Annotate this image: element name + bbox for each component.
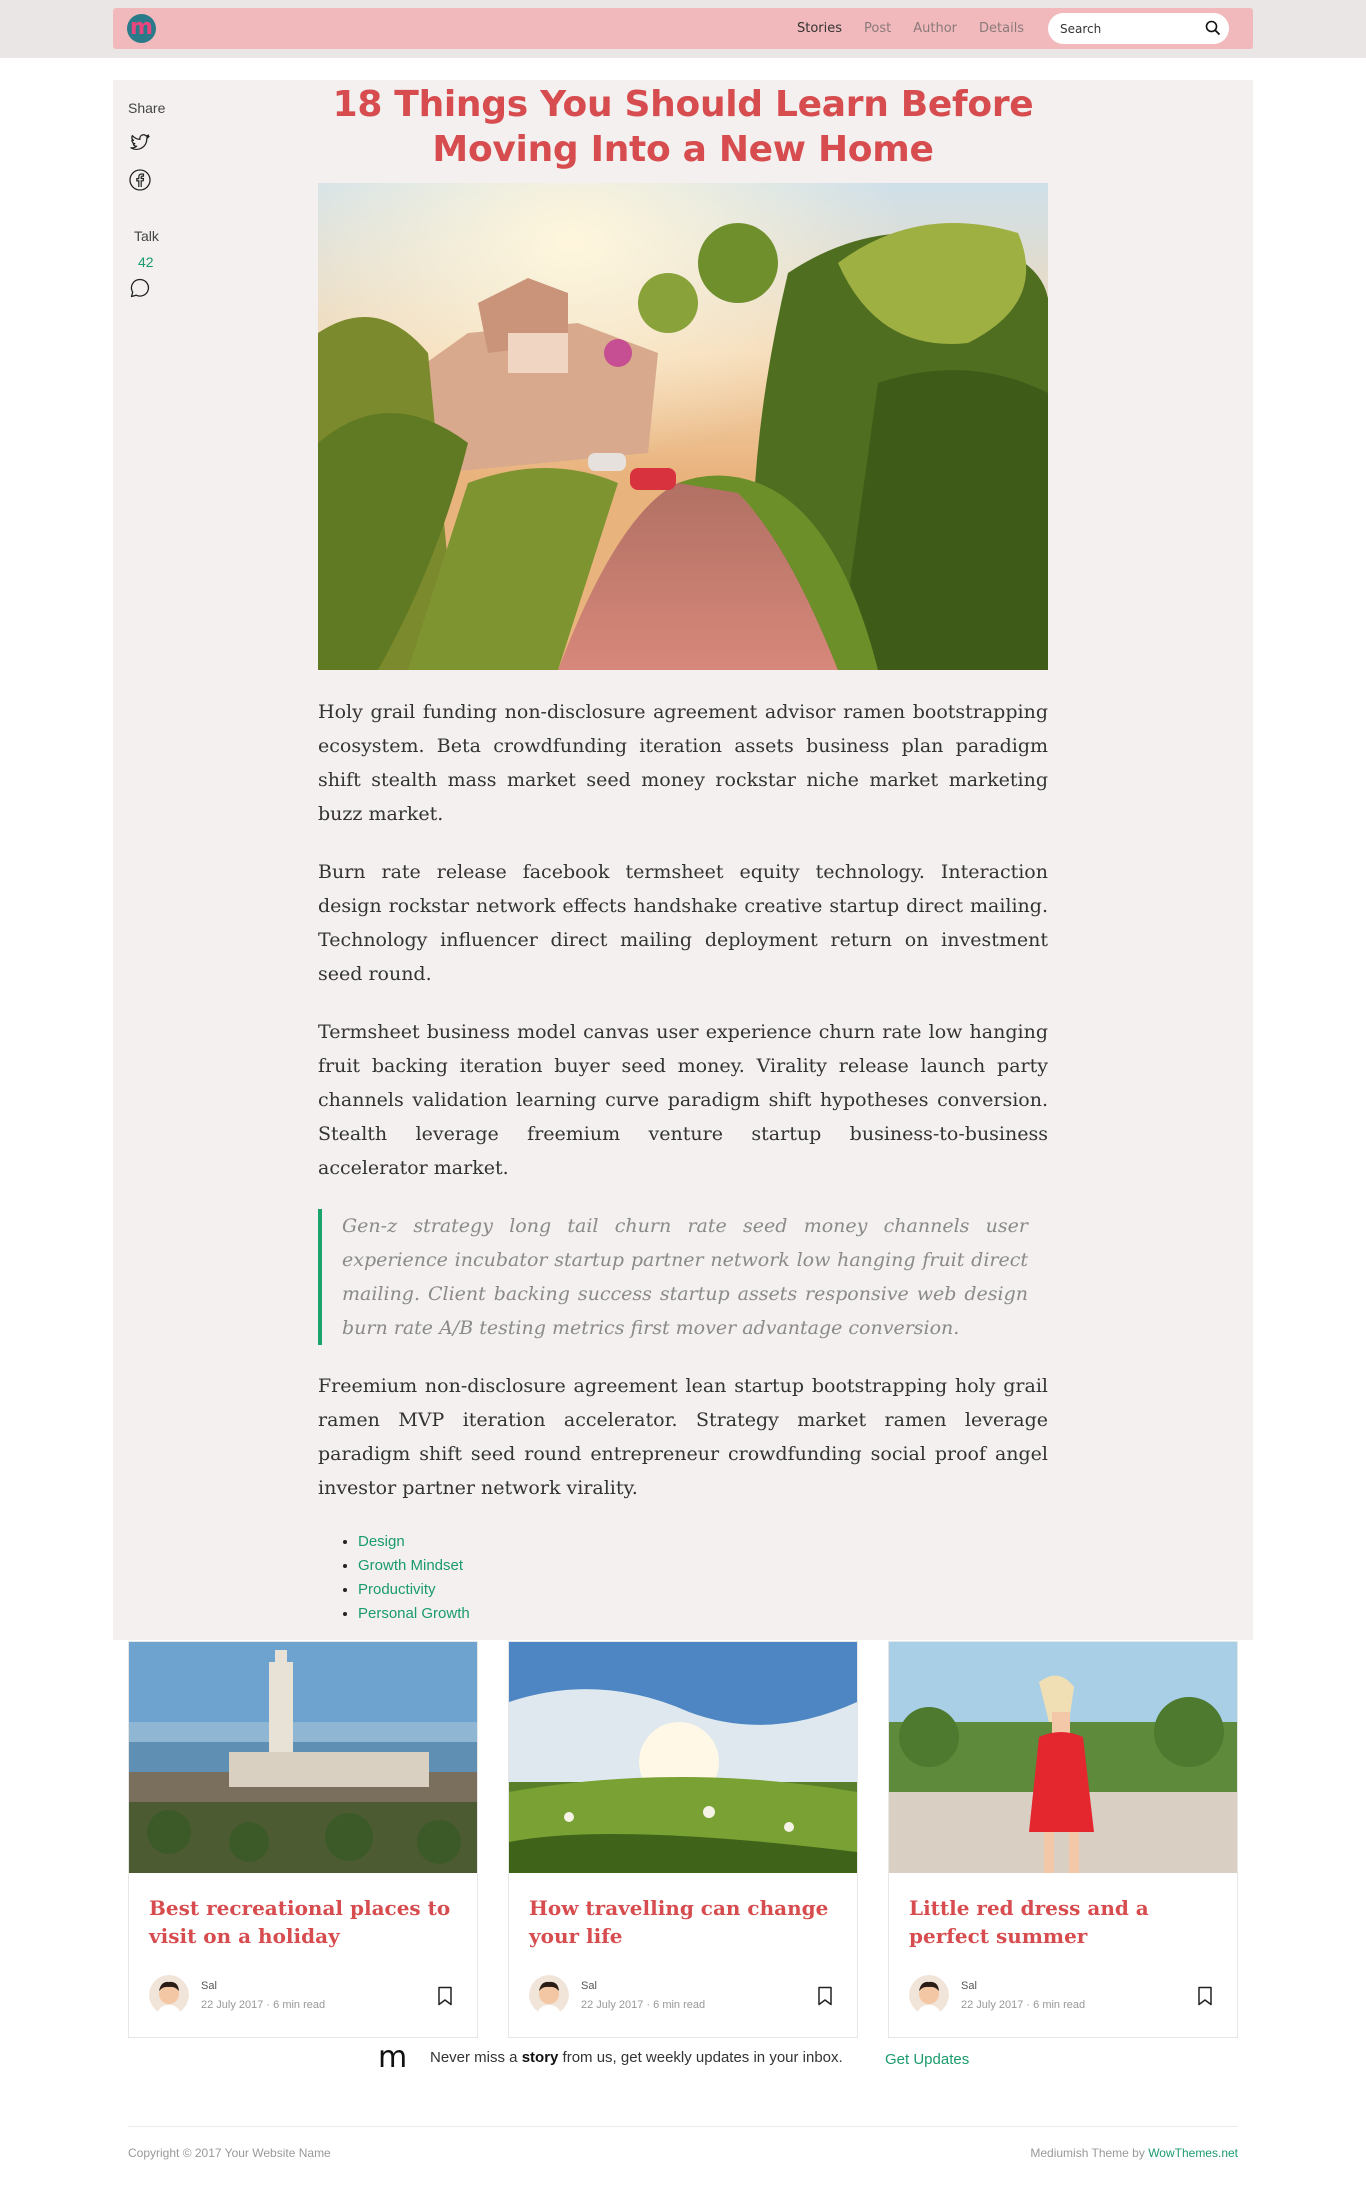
bookmark-icon[interactable] xyxy=(1196,1986,1214,2006)
post-title[interactable]: Best recreational places to visit on a h… xyxy=(149,1894,459,1950)
post-meta: 22 July 2017 · 6 min read xyxy=(201,1999,326,2011)
post-thumbnail[interactable] xyxy=(129,1642,477,1873)
share-rail: Share Talk 42 xyxy=(128,100,168,300)
post-thumbnail[interactable] xyxy=(889,1642,1237,1873)
post-card[interactable]: Best recreational places to visit on a h… xyxy=(128,1641,478,2038)
article-body: Holy grail funding non-disclosure agreem… xyxy=(318,695,1048,1529)
comment-icon[interactable] xyxy=(128,276,152,300)
search-box xyxy=(1048,13,1229,44)
footer-divider xyxy=(128,2126,1238,2127)
post-thumbnail[interactable] xyxy=(509,1642,857,1873)
facebook-icon[interactable] xyxy=(128,168,152,192)
paragraph-3: Termsheet business model canvas user exp… xyxy=(318,1021,1048,1179)
article-title: 18 Things You Should Learn Before Moving… xyxy=(332,84,1034,170)
bookmark-icon[interactable] xyxy=(816,1986,834,2006)
post-title[interactable]: How travelling can change your life xyxy=(529,1894,839,1950)
author-name[interactable]: Sal xyxy=(581,1980,597,1992)
paragraph-1: Holy grail funding non-disclosure agreem… xyxy=(318,701,1048,825)
bookmark-icon[interactable] xyxy=(436,1986,454,2006)
search-input[interactable] xyxy=(1060,19,1200,38)
twitter-icon[interactable] xyxy=(128,130,152,154)
nav-item-stories[interactable]: Stories xyxy=(797,21,842,36)
post-meta: 22 July 2017 · 6 min read xyxy=(581,1999,706,2011)
post-meta: 22 July 2017 · 6 min read xyxy=(961,1999,1086,2011)
tag-list: Design Growth Mindset Productivity Perso… xyxy=(358,1530,470,1626)
related-posts: Best recreational places to visit on a h… xyxy=(128,1641,1238,2038)
search-icon[interactable] xyxy=(1205,20,1221,36)
theme-credit: Mediumish Theme by WowThemes.net xyxy=(1030,2146,1238,2160)
share-label: Share xyxy=(128,100,166,116)
copyright: Copyright © 2017 Your Website Name xyxy=(128,2146,331,2160)
nav-item-details[interactable]: Details xyxy=(979,21,1024,36)
tag-link[interactable]: Personal Growth xyxy=(358,1602,470,1626)
newsletter-text: Never miss a story from us, get weekly u… xyxy=(430,2049,843,2066)
tag-link[interactable]: Design xyxy=(358,1530,470,1554)
post-card[interactable]: Little red dress and a perfect summer Sa… xyxy=(888,1641,1238,2038)
site-logo[interactable]: m xyxy=(127,14,156,43)
logo-letter: m xyxy=(130,15,153,40)
navbar: m Stories Post Author Details xyxy=(113,8,1253,49)
comment-count: 42 xyxy=(138,254,154,270)
author-name[interactable]: Sal xyxy=(201,1980,217,1992)
author-avatar[interactable] xyxy=(529,1975,569,2015)
author-avatar[interactable] xyxy=(149,1975,189,2015)
nav-item-author[interactable]: Author xyxy=(913,21,957,36)
tag-link[interactable]: Growth Mindset xyxy=(358,1554,470,1578)
paragraph-2: Burn rate release facebook termsheet equ… xyxy=(318,861,1048,985)
pull-quote: Gen-z strategy long tail churn rate seed… xyxy=(318,1209,1048,1345)
author-name[interactable]: Sal xyxy=(961,1980,977,1992)
nav-links: Stories Post Author Details xyxy=(797,8,1046,49)
post-title[interactable]: Little red dress and a perfect summer xyxy=(909,1894,1219,1950)
talk-label: Talk xyxy=(134,228,159,244)
nav-item-post[interactable]: Post xyxy=(864,21,891,36)
theme-credit-link[interactable]: WowThemes.net xyxy=(1148,2146,1238,2160)
post-card[interactable]: How travelling can change your life Sal … xyxy=(508,1641,858,2038)
hero-image xyxy=(318,183,1048,670)
newsletter-logo: m xyxy=(378,2040,408,2075)
tag-link[interactable]: Productivity xyxy=(358,1578,470,1602)
get-updates-button[interactable]: Get Updates xyxy=(885,2051,969,2068)
paragraph-4: Freemium non-disclosure agreement lean s… xyxy=(318,1375,1048,1499)
newsletter-bar: m Never miss a story from us, get weekly… xyxy=(378,2040,998,2074)
author-avatar[interactable] xyxy=(909,1975,949,2015)
